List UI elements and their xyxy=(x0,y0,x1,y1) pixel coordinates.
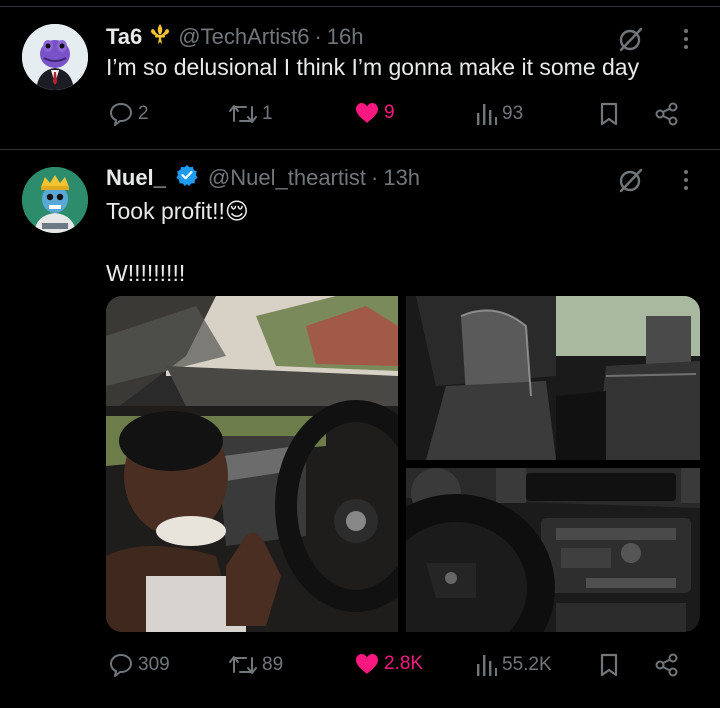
reply-count: 2 xyxy=(138,103,149,124)
photo-back-seats[interactable] xyxy=(406,296,700,460)
share-icon xyxy=(655,653,678,677)
fleur-de-lis-icon xyxy=(148,22,172,52)
views-chart-icon xyxy=(477,655,497,676)
like-count: 2.8K xyxy=(384,653,424,674)
view-count: 55.2K xyxy=(502,654,552,675)
photo-selfie[interactable] xyxy=(106,296,398,632)
view-count: 93 xyxy=(502,103,524,124)
bookmark-icon xyxy=(600,653,618,677)
repost-icon xyxy=(229,656,257,674)
timestamp[interactable]: 16h xyxy=(327,24,364,50)
views-button[interactable]: 55.2K xyxy=(474,652,552,678)
bookmark-icon xyxy=(600,102,618,126)
separator: · xyxy=(371,165,379,190)
tweet-text: I’m so delusional I think I’m gonna make… xyxy=(106,54,640,80)
display-name[interactable]: Nuel_ xyxy=(106,165,166,191)
reply-icon xyxy=(110,103,132,126)
heart-filled-icon xyxy=(356,654,378,674)
grok-icon[interactable] xyxy=(617,166,645,194)
avatar[interactable] xyxy=(22,167,88,233)
views-chart-icon xyxy=(477,104,497,125)
display-name[interactable]: Ta6 xyxy=(106,24,142,50)
more-options-icon[interactable] xyxy=(674,25,698,53)
repost-icon xyxy=(229,105,257,123)
repost-count: 89 xyxy=(262,654,284,675)
tweet-actions: 309 89 2.8K 55.2K xyxy=(0,652,720,682)
grok-icon[interactable] xyxy=(617,25,645,53)
avatar[interactable] xyxy=(22,24,88,90)
reply-button[interactable]: 309 xyxy=(108,652,170,678)
like-button[interactable]: 9 xyxy=(354,101,395,125)
timestamp[interactable]: 13h xyxy=(383,165,420,191)
bookmark-button[interactable] xyxy=(598,652,620,678)
repost-count: 1 xyxy=(262,103,273,124)
tweet-text-line2: W!!!!!!!!! xyxy=(106,260,186,286)
share-icon xyxy=(655,102,678,126)
repost-button[interactable]: 1 xyxy=(228,101,273,127)
more-options-icon[interactable] xyxy=(674,166,698,194)
heart-filled-icon xyxy=(356,103,378,123)
separator: · xyxy=(314,24,322,49)
photo-dashboard[interactable] xyxy=(406,468,700,632)
bookmark-button[interactable] xyxy=(598,101,620,127)
views-button[interactable]: 93 xyxy=(474,101,523,127)
tweet-header: Ta6 @TechArtist6 · 16h xyxy=(106,22,363,52)
like-button[interactable]: 2.8K xyxy=(354,652,423,676)
tweet-text: Took profit!!😌 xyxy=(106,198,249,224)
verified-check-icon xyxy=(176,164,198,192)
handle[interactable]: @Nuel_theartist xyxy=(208,165,366,191)
media-grid xyxy=(106,296,700,632)
tweet-actions: 2 1 9 93 xyxy=(0,101,720,131)
tweet-header: Nuel_ @Nuel_theartist · 13h xyxy=(106,164,420,192)
like-count: 9 xyxy=(384,102,395,123)
reply-icon xyxy=(110,654,132,677)
repost-button[interactable]: 89 xyxy=(228,652,283,678)
reply-count: 309 xyxy=(138,654,170,675)
reply-button[interactable]: 2 xyxy=(108,101,149,127)
share-button[interactable] xyxy=(654,101,680,127)
handle[interactable]: @TechArtist6 xyxy=(178,24,309,50)
share-button[interactable] xyxy=(654,652,680,678)
